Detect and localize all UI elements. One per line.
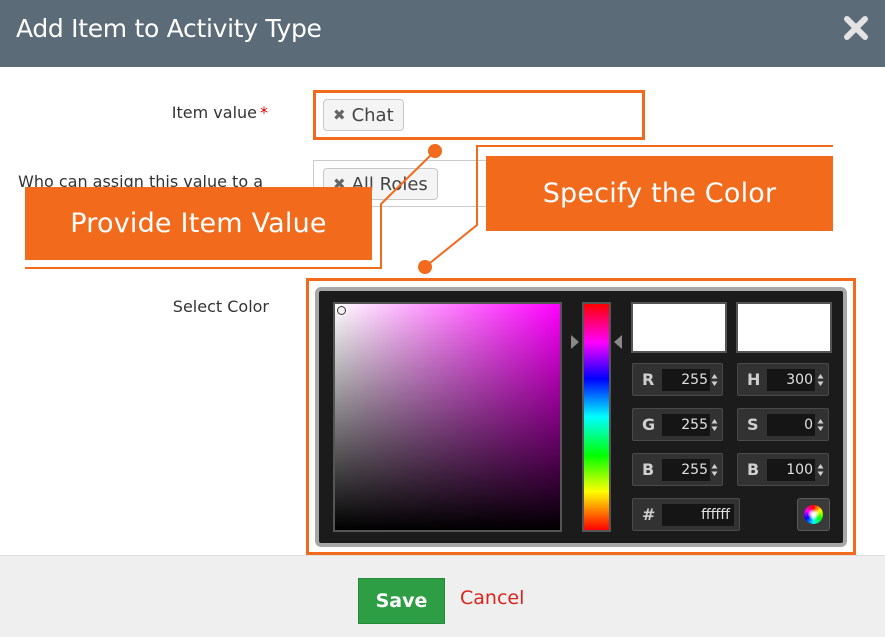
dialog-header: Add Item to Activity Type bbox=[0, 0, 885, 67]
select-color-label: Select Color bbox=[172, 297, 269, 316]
item-value-label: Item value * bbox=[172, 103, 268, 122]
dialog-title: Add Item to Activity Type bbox=[16, 14, 322, 43]
specify-color-callout: Specify the Color bbox=[486, 156, 833, 231]
color-picker-highlight bbox=[306, 278, 856, 555]
cancel-link[interactable]: Cancel bbox=[460, 587, 524, 609]
close-icon[interactable] bbox=[841, 13, 871, 43]
save-button[interactable]: Save bbox=[358, 578, 445, 624]
item-value-highlight bbox=[313, 90, 645, 140]
required-marker: * bbox=[260, 103, 268, 122]
provide-item-value-callout: Provide Item Value bbox=[25, 187, 372, 260]
item-value-label-text: Item value bbox=[171, 103, 257, 122]
